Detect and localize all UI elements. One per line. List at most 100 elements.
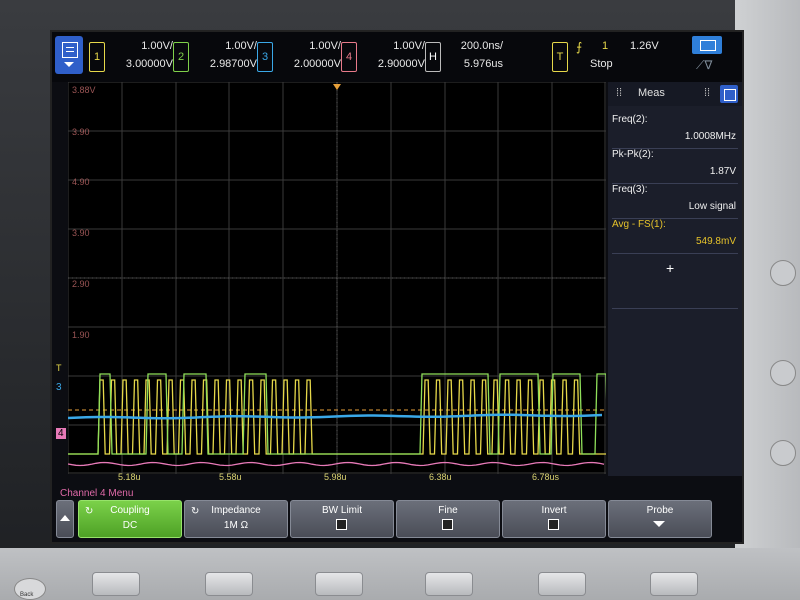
measurement-value: Low signal (688, 201, 736, 212)
rising-edge-icon: ⨍ (576, 40, 583, 54)
measurement-label: Freq(3): (612, 184, 648, 195)
y-label-5: 1.90 (72, 330, 90, 340)
coupling-softkey[interactable]: ↻ Coupling DC (78, 500, 182, 538)
trigger-position-marker (333, 84, 341, 90)
touch-icon: ⟋∇ (696, 58, 713, 72)
measurements-panel: ⁞⁞ Meas ⁞⁞ Freq(2): 1.0008MHz Pk-Pk(2): … (608, 82, 742, 476)
channel-2-info[interactable]: 2 1.00V/ 2.98700V (173, 38, 263, 76)
drag-handle-icon[interactable]: ⁞⁞ (704, 87, 710, 99)
impedance-softkey[interactable]: ↻ Impedance 1M Ω (184, 500, 288, 538)
side-button-3[interactable] (770, 440, 796, 466)
run-state: Stop (590, 58, 613, 70)
softkey-value: 1M Ω (223, 520, 249, 531)
scope-screen: 1 1.00V/ 3.00000V 2 1.00V/ 2.98700V 3 1.… (50, 30, 744, 544)
bw-limit-softkey[interactable]: BW Limit (290, 500, 394, 538)
y-label-4: 2.90 (72, 279, 90, 289)
menu-icon (62, 42, 78, 58)
softkey-label: BW Limit (322, 505, 362, 516)
menu-title: Channel 4 Menu (60, 488, 134, 499)
y-label-0: 3.88V (72, 85, 96, 95)
y-label-2: 4.90 (72, 177, 90, 187)
horizontal-position: 5.976us (463, 58, 503, 70)
trigger-level: 1.26V (630, 40, 659, 52)
channel-3-info[interactable]: 3 1.00V/ 2.00000V (257, 38, 347, 76)
chevron-down-icon (64, 62, 74, 67)
measurements-title: Meas (638, 87, 665, 99)
hardware-softkey-4[interactable] (425, 572, 473, 596)
measurement-label: Avg - FS(1): (612, 219, 666, 230)
channel-3-offset: 2.00000V (293, 58, 341, 70)
channel-4-offset: 2.90000V (377, 58, 425, 70)
channel-1-scale: 1.00V/ (141, 40, 173, 52)
side-button-1[interactable] (770, 260, 796, 286)
drag-handle-icon[interactable]: ⁞⁞ (616, 87, 622, 99)
channel-1-info[interactable]: 1 1.00V/ 3.00000V (89, 38, 179, 76)
x-label-4: 6.78us (532, 472, 560, 482)
channel-4-scale: 1.00V/ (393, 40, 425, 52)
x-label-2: 5.98u (324, 472, 347, 482)
status-bar: 1 1.00V/ 3.00000V 2 1.00V/ 2.98700V 3 1.… (52, 32, 742, 82)
channel-4-marker: 4 (56, 428, 66, 439)
y-label-3: 3.90 (72, 228, 90, 238)
checkbox-icon (548, 519, 559, 530)
horizontal-scale: 200.0ns/ (460, 40, 503, 52)
main-menu-button[interactable] (55, 36, 83, 74)
x-label-3: 6.38u (429, 472, 452, 482)
trigger-info[interactable]: T ⨍ 1 1.26V Stop (552, 38, 672, 76)
hardware-softkey-6[interactable] (650, 572, 698, 596)
divider (612, 308, 738, 309)
trigger-source: 1 (602, 40, 609, 52)
hardware-softkey-5[interactable] (538, 572, 586, 596)
channel-3-badge: 3 (257, 42, 273, 72)
measurement-label: Freq(2): (612, 114, 648, 125)
channel-3-marker: 3 (56, 382, 62, 393)
softkey-label: Coupling (110, 505, 150, 516)
channel-3-trace (68, 413, 603, 420)
measurement-label: Pk-Pk(2): (612, 149, 654, 160)
chevron-down-icon (653, 521, 665, 527)
channel-2-badge: 2 (173, 42, 189, 72)
channel-1-offset: 3.00000V (125, 58, 173, 70)
channel-2-offset: 2.98700V (209, 58, 257, 70)
zoom-icon (692, 36, 722, 54)
measurement-value: 549.8mV (695, 236, 736, 247)
fine-softkey[interactable]: Fine (396, 500, 500, 538)
softkey-value: DC (122, 520, 138, 531)
trigger-badge: T (552, 42, 568, 72)
softkey-bar: ↻ Coupling DC ↻ Impedance 1M Ω BW Limit … (56, 500, 740, 540)
waveform-graticule (68, 82, 606, 474)
channel-3-scale: 1.00V/ (309, 40, 341, 52)
hardware-softkey-3[interactable] (315, 572, 363, 596)
checkbox-icon (336, 519, 347, 530)
add-measurement-button[interactable]: + (666, 260, 674, 276)
softkey-label: Probe (646, 505, 674, 516)
channel-4-badge: 4 (341, 42, 357, 72)
probe-softkey[interactable]: Probe (608, 500, 712, 538)
softkey-label: Impedance (211, 505, 261, 516)
measurement-value: 1.0008MHz (684, 131, 736, 142)
front-panel-right (735, 0, 800, 600)
horizontal-info[interactable]: H 200.0ns/ 5.976us (425, 38, 505, 76)
x-label-1: 5.58u (219, 472, 242, 482)
waveform-display[interactable]: 3.88V 3.90 4.90 3.90 2.90 1.90 T 3 4 (56, 82, 606, 474)
trigger-marker: T (56, 363, 62, 373)
y-label-1: 3.90 (72, 127, 90, 137)
softkey-label: Invert (541, 505, 567, 516)
x-label-0: 5.18u (118, 472, 141, 482)
horizontal-badge: H (425, 42, 441, 72)
channel-2-scale: 1.00V/ (225, 40, 257, 52)
hardware-softkey-1[interactable] (92, 572, 140, 596)
zoom-button[interactable]: ⟋∇ (692, 36, 724, 74)
channel-4-trace (68, 461, 605, 467)
channel-4-info[interactable]: 4 1.00V/ 2.90000V (341, 38, 431, 76)
measurements-menu-icon[interactable] (720, 85, 738, 103)
invert-softkey[interactable]: Invert (502, 500, 606, 538)
softkey-label: Fine (438, 505, 458, 516)
side-button-2[interactable] (770, 360, 796, 386)
menu-up-button[interactable] (56, 500, 74, 538)
hardware-softkey-2[interactable] (205, 572, 253, 596)
measurement-value: 1.87V (709, 166, 736, 177)
channel-1-badge: 1 (89, 42, 105, 72)
measurements-header: ⁞⁞ Meas ⁞⁞ (608, 82, 742, 106)
checkbox-icon (442, 519, 453, 530)
